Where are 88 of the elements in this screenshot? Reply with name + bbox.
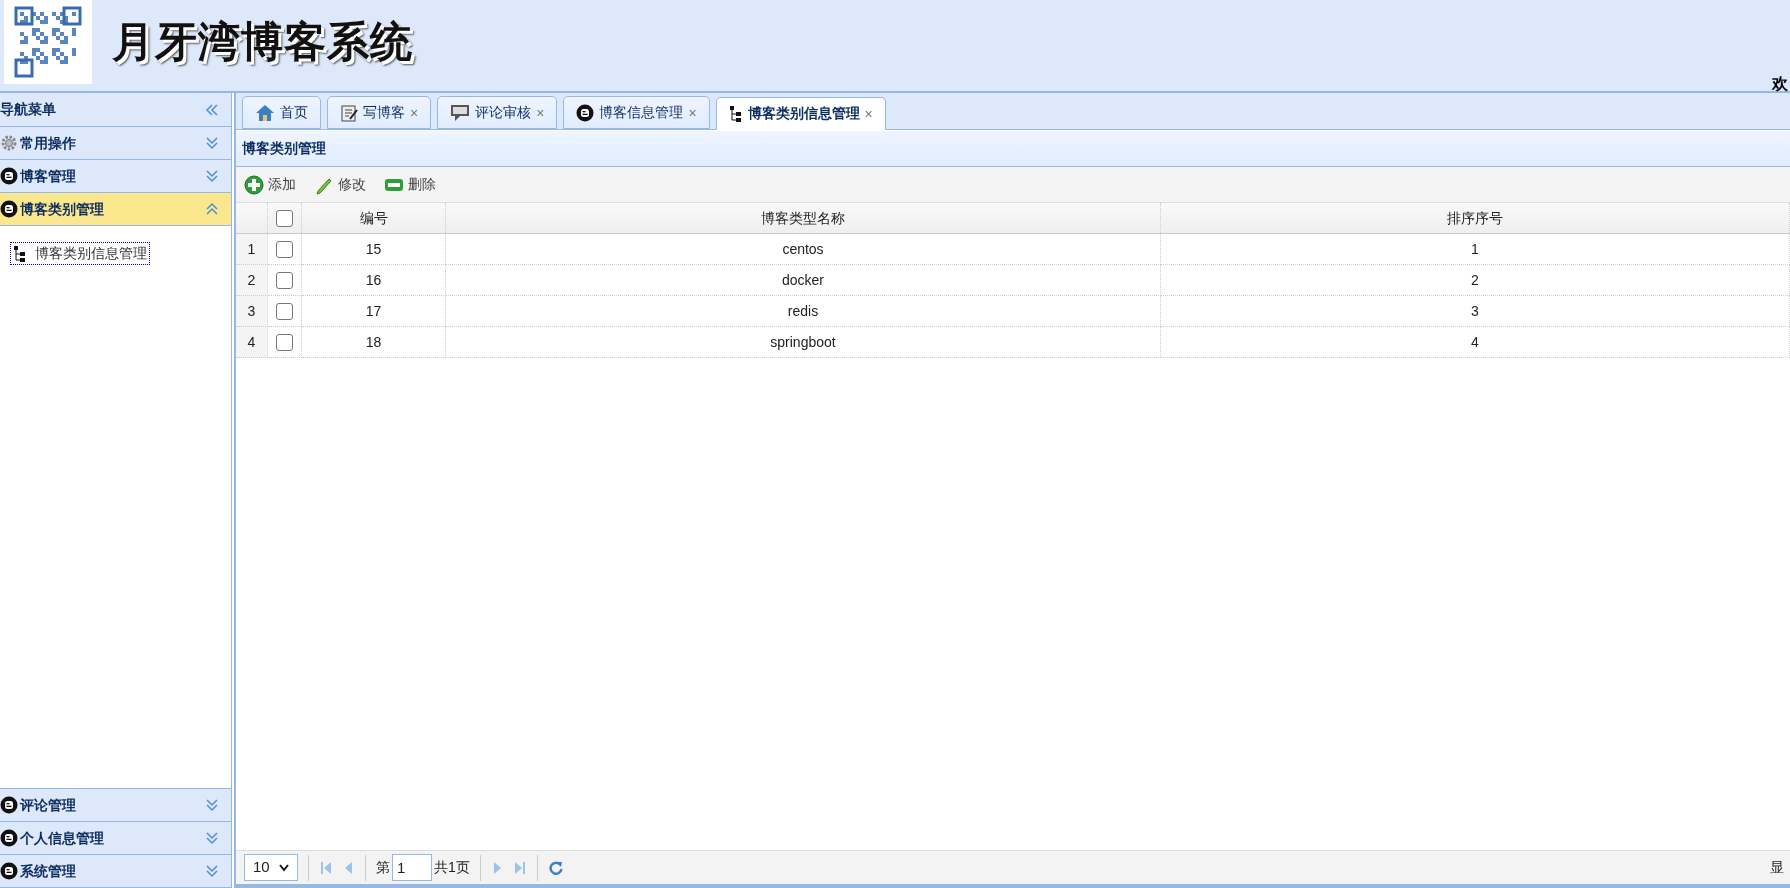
- chevrons-down-icon: [205, 136, 219, 150]
- first-page-icon: [319, 859, 333, 876]
- app-title: 月牙湾博客系统: [112, 17, 413, 67]
- row-checkbox[interactable]: [276, 271, 293, 289]
- page-total: 共1页: [434, 858, 470, 877]
- column-header[interactable]: 排序序号: [1447, 207, 1503, 229]
- refresh-icon: [547, 859, 564, 876]
- chevrons-down-icon: [205, 831, 219, 845]
- accordion-header[interactable]: 博客管理: [0, 160, 231, 193]
- welcome-text: 欢: [1772, 75, 1788, 93]
- blog-logo-icon: [0, 167, 18, 185]
- page-size-select[interactable]: 10: [244, 854, 298, 881]
- blog-logo-icon: [0, 796, 18, 814]
- tab-label: 博客类别信息管理: [747, 104, 860, 123]
- table-cell-text: 3: [1471, 301, 1479, 321]
- section-label: 个人信息管理: [20, 828, 105, 848]
- table-cell-text: docker: [782, 270, 824, 290]
- chevrons-down-icon: [205, 798, 219, 812]
- qr-code-icon: [4, 0, 92, 84]
- chevrons-up-icon: [205, 202, 219, 216]
- toolbar-button[interactable]: 删除: [384, 174, 436, 195]
- tab[interactable]: 评论审核 ×: [437, 96, 558, 129]
- table-cell-text: 4: [1471, 332, 1479, 352]
- tab[interactable]: 写博客 ×: [327, 96, 432, 129]
- table-cell-text: 18: [365, 332, 382, 352]
- blog-logo-icon: [0, 862, 18, 880]
- table-cell-text: 15: [365, 239, 382, 259]
- blog-logo-icon: [576, 103, 595, 122]
- row-number: 4: [247, 332, 256, 352]
- close-icon[interactable]: ×: [536, 105, 545, 120]
- table-cell-text: 1: [1471, 239, 1479, 259]
- table-cell-text: springboot: [770, 332, 836, 352]
- collapse-left-icon: [205, 102, 219, 117]
- toolbar-button[interactable]: 修改: [314, 174, 366, 195]
- tree-item[interactable]: 博客类别信息管理: [10, 242, 150, 265]
- panel-title: 博客类别管理: [242, 139, 326, 158]
- tree-structure-icon: [728, 104, 743, 123]
- sidebar-title: 导航菜单: [0, 100, 56, 119]
- close-icon[interactable]: ×: [410, 105, 419, 120]
- section-label: 博客管理: [20, 166, 77, 186]
- tab[interactable]: 首页: [242, 96, 321, 129]
- accordion-header[interactable]: 系统管理: [0, 855, 231, 888]
- section-label: 系统管理: [20, 861, 77, 881]
- column-header[interactable]: 编号: [359, 207, 388, 229]
- gear-icon: [0, 134, 18, 152]
- close-icon[interactable]: ×: [688, 105, 697, 120]
- section-label: 常用操作: [20, 133, 77, 153]
- row-checkbox[interactable]: [276, 302, 293, 320]
- row-number: 3: [247, 301, 256, 321]
- chevrons-down-icon: [205, 169, 219, 183]
- tab-label: 评论审核: [475, 103, 532, 122]
- table-cell-text: centos: [782, 239, 824, 259]
- table-cell-text: 16: [365, 270, 382, 290]
- accordion-header[interactable]: 常用操作: [0, 127, 231, 160]
- tab-label: 写博客: [363, 103, 405, 122]
- tree-structure-icon: [13, 244, 27, 263]
- plus-icon: [244, 174, 264, 195]
- page-info-text: 显: [1770, 858, 1784, 877]
- row-number: 1: [247, 239, 256, 259]
- toolbar-button[interactable]: 添加: [244, 174, 296, 195]
- section-label: 博客类别管理: [20, 199, 105, 219]
- table-cell-text: 2: [1471, 270, 1479, 290]
- table-cell-text: 17: [365, 301, 382, 321]
- table-cell-text: redis: [787, 301, 819, 321]
- blog-logo-icon: [0, 200, 18, 218]
- last-page-icon: [512, 859, 527, 876]
- document-edit-icon: [340, 103, 358, 122]
- comment-screen-icon: [450, 103, 471, 122]
- tab-label: 首页: [280, 103, 308, 122]
- accordion-header[interactable]: 博客类别管理: [0, 193, 231, 226]
- close-icon[interactable]: ×: [864, 106, 873, 121]
- accordion-header[interactable]: 评论管理: [0, 789, 231, 822]
- caret-down-icon: [279, 863, 289, 872]
- row-number: 2: [247, 270, 256, 290]
- home-icon: [255, 103, 275, 122]
- blog-logo-icon: [0, 829, 18, 847]
- select-all-checkbox[interactable]: [276, 209, 293, 227]
- row-checkbox[interactable]: [276, 333, 293, 351]
- chevrons-down-icon: [205, 864, 219, 878]
- page-label: 第: [376, 858, 390, 877]
- column-header[interactable]: 博客类型名称: [761, 207, 845, 229]
- page-number-field[interactable]: 1: [392, 854, 432, 881]
- tab[interactable]: 博客信息管理 ×: [563, 96, 710, 129]
- tab[interactable]: 博客类别信息管理 ×: [715, 97, 886, 130]
- accordion-header[interactable]: 个人信息管理: [0, 822, 231, 855]
- tab-label: 博客信息管理: [599, 103, 684, 122]
- section-label: 评论管理: [20, 795, 77, 815]
- row-checkbox[interactable]: [276, 240, 293, 258]
